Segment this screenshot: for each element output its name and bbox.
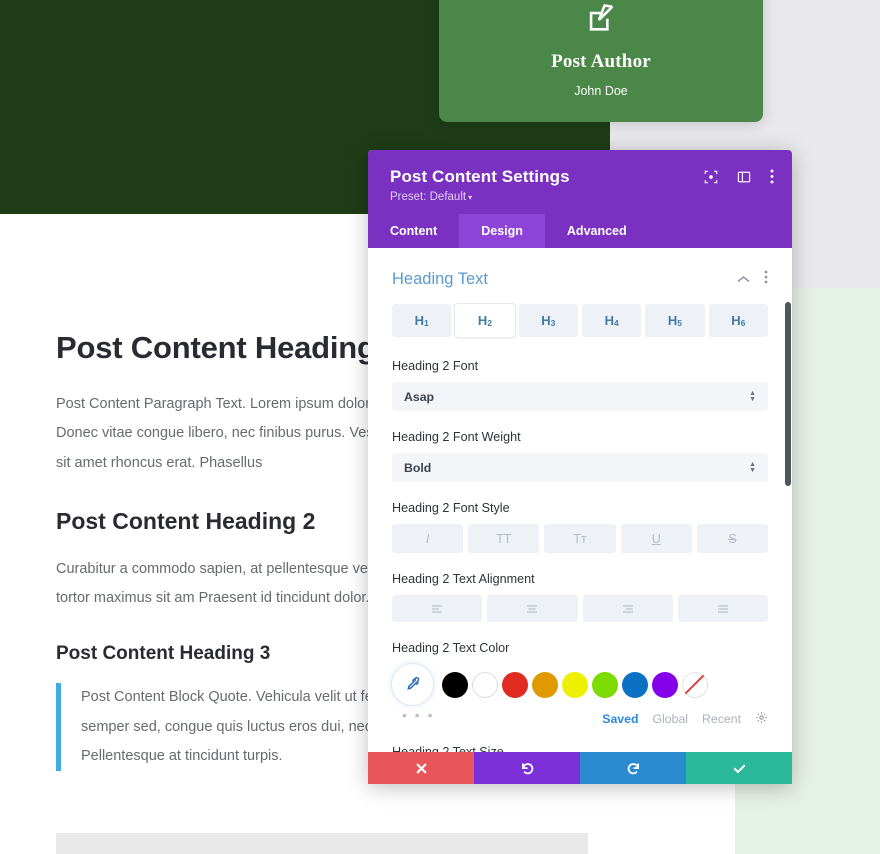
align-right-icon[interactable] [582, 595, 673, 622]
modal-header-icons [704, 169, 774, 184]
cancel-button[interactable] [368, 752, 474, 784]
heading-text-section-header: Heading Text [392, 248, 768, 304]
preset-label: Preset: Default [390, 191, 467, 203]
h6-label: H [731, 313, 741, 328]
text-alignment-label: Heading 2 Text Alignment [392, 572, 535, 586]
heading-level-h1[interactable]: H1 [392, 304, 452, 337]
underline-icon[interactable]: U [620, 524, 692, 553]
swatch-yellow[interactable] [562, 671, 588, 698]
tab-content[interactable]: Content [368, 214, 459, 248]
small-caps-icon[interactable]: Tᴛ [544, 524, 616, 553]
h4-sub: 4 [613, 317, 619, 328]
panel-scrollbar[interactable] [785, 302, 791, 486]
h4-label: H [604, 313, 614, 328]
post-author-title: Post Author [551, 51, 651, 72]
h3-sub: 3 [550, 317, 556, 328]
gear-icon[interactable] [755, 711, 768, 727]
align-left-icon[interactable] [392, 595, 483, 622]
undo-button[interactable] [474, 752, 580, 784]
modal-action-bar [368, 752, 792, 784]
font-label: Heading 2 Font [392, 359, 479, 373]
font-weight-label: Heading 2 Font Weight [392, 430, 521, 444]
post-author-name: John Doe [574, 84, 628, 98]
section-tools [737, 270, 768, 289]
text-color-label: Heading 2 Text Color [392, 641, 510, 655]
swatch-red[interactable] [502, 671, 528, 698]
modal-tabs: Content Design Advanced [368, 214, 792, 248]
section-title: Heading Text [392, 270, 489, 288]
close-icon [416, 763, 426, 773]
h2-label: H [477, 313, 488, 328]
heading-level-h3[interactable]: H3 [518, 304, 578, 337]
focus-target-icon[interactable] [704, 170, 718, 184]
select-spinner-icon: ▲ ▼ [749, 460, 756, 474]
strikethrough-glyph: S [728, 531, 737, 546]
swatch-white[interactable] [472, 671, 498, 698]
kebab-menu-icon[interactable] [770, 169, 774, 184]
heading-level-h4[interactable]: H4 [581, 304, 642, 337]
undo-icon [521, 762, 533, 774]
screen: Post Author John Doe Post Content Headin… [0, 0, 880, 854]
tab-advanced[interactable]: Advanced [545, 214, 649, 248]
h6-sub: 6 [740, 317, 746, 328]
font-style-buttons: I TT Tᴛ U S [392, 524, 769, 553]
swatch-purple[interactable] [652, 671, 678, 698]
section-kebab-menu-icon[interactable] [764, 270, 768, 289]
h3-label: H [541, 313, 551, 328]
italic-icon[interactable]: I [392, 524, 464, 553]
modal-header: Post Content Settings Preset: Default ▾ [368, 150, 792, 214]
font-style-label: Heading 2 Font Style [392, 501, 510, 515]
layout-panel-icon[interactable] [737, 170, 751, 184]
swatch-transparent[interactable] [682, 671, 708, 698]
text-alignment-buttons [392, 595, 768, 622]
text-size-label: Heading 2 Text Size [392, 745, 504, 752]
h5-label: H [667, 313, 678, 328]
preset-selector[interactable]: Preset: Default ▾ [390, 191, 770, 203]
heading-level-h5[interactable]: H5 [645, 304, 705, 337]
align-center-icon[interactable] [487, 595, 578, 622]
small-caps-glyph: Tᴛ [573, 531, 587, 546]
font-weight-select[interactable]: Bold ▲ ▼ [392, 453, 768, 482]
strikethrough-icon[interactable]: S [696, 524, 769, 553]
align-justify-icon[interactable] [677, 595, 768, 622]
color-swatches [392, 664, 768, 705]
palette-tabs: Saved Global Recent [392, 711, 768, 727]
swatch-blue[interactable] [622, 671, 648, 698]
page-placeholder-block [56, 833, 588, 854]
palette-tab-saved[interactable]: Saved [602, 712, 638, 726]
redo-button[interactable] [580, 752, 686, 784]
chevron-down-icon: ▾ [468, 193, 473, 202]
heading-level-selector: H1 H2 H3 H4 H5 H6 [392, 304, 768, 337]
swatch-orange[interactable] [532, 671, 558, 698]
heading-level-h6[interactable]: H6 [708, 304, 768, 337]
font-weight-value: Bold [404, 460, 432, 475]
underline-glyph: U [651, 531, 661, 546]
check-icon [733, 764, 745, 773]
h1-sub: 1 [423, 317, 429, 328]
italic-glyph: I [425, 531, 430, 546]
h5-sub: 5 [677, 317, 683, 328]
tab-design[interactable]: Design [459, 214, 545, 248]
font-value: Asap [404, 389, 435, 404]
post-edit-icon [584, 1, 618, 35]
save-button[interactable] [686, 752, 792, 784]
redo-icon [627, 762, 639, 774]
post-content-settings-modal: Post Content Settings Preset: Default▾ [368, 150, 792, 784]
design-panel: Heading Text H1 H2 H3 H4 H5 H 6 Heading … [368, 248, 792, 752]
font-select[interactable]: Asap ▲ ▼ [392, 382, 768, 411]
chevron-up-icon[interactable] [737, 271, 750, 289]
swatch-green[interactable] [592, 671, 618, 698]
uppercase-glyph: TT [496, 531, 512, 546]
heading-level-h2[interactable]: H2 [455, 304, 515, 337]
palette-tab-global[interactable]: Global [652, 712, 688, 726]
select-spinner-icon: ▲ ▼ [749, 389, 756, 403]
h2-sub: 2 [487, 317, 493, 328]
post-author-card[interactable]: Post Author John Doe [439, 0, 763, 122]
eyedropper-icon[interactable] [392, 664, 433, 705]
h1-label: H [414, 313, 424, 328]
palette-tab-recent[interactable]: Recent [702, 712, 741, 726]
swatch-black[interactable] [442, 671, 468, 698]
uppercase-icon[interactable]: TT [468, 524, 540, 553]
